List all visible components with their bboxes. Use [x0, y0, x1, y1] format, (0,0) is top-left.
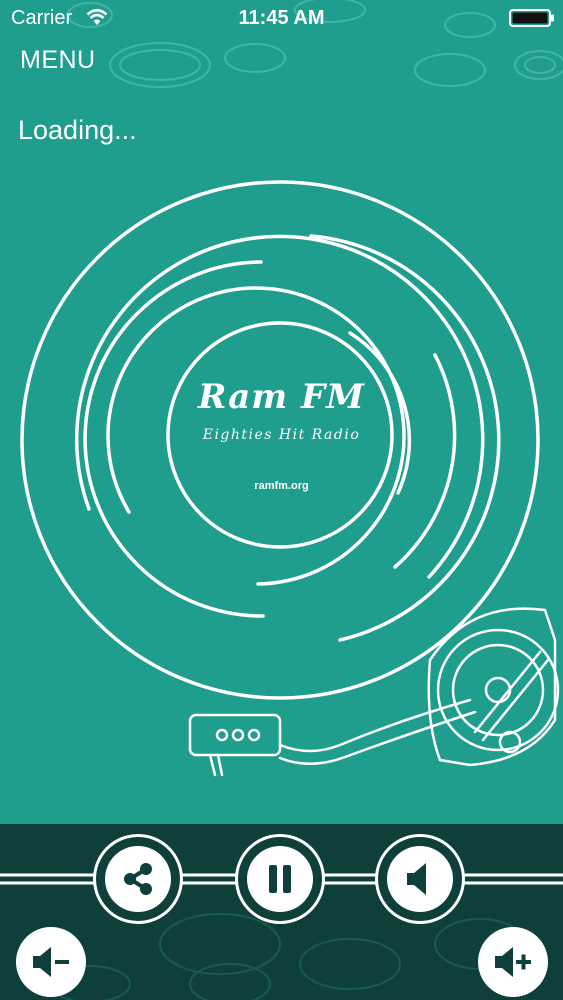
volume-up-button[interactable] [478, 927, 548, 997]
battery-icon [509, 9, 554, 27]
status-bar: Carrier 11:45 AM [0, 0, 563, 36]
pause-button[interactable] [235, 834, 325, 924]
pause-icon [269, 865, 291, 893]
station-tagline: Eighties Hit Radio [202, 427, 361, 443]
share-button[interactable] [93, 834, 183, 924]
speaker-icon [407, 863, 426, 895]
status-time: 11:45 AM [238, 7, 325, 29]
menu-button[interactable]: MENU [20, 46, 96, 75]
volume-down-icon [33, 947, 69, 977]
share-icon [124, 863, 152, 895]
station-url: ramfm.org [254, 480, 309, 492]
volume-down-button[interactable] [16, 927, 86, 997]
player-control-bar [0, 824, 563, 1000]
volume-up-icon [495, 947, 531, 977]
tonearm [188, 607, 560, 777]
mute-button[interactable] [375, 834, 465, 924]
station-logo-title: Ram FM [198, 377, 365, 417]
loading-status: Loading... [18, 115, 137, 145]
